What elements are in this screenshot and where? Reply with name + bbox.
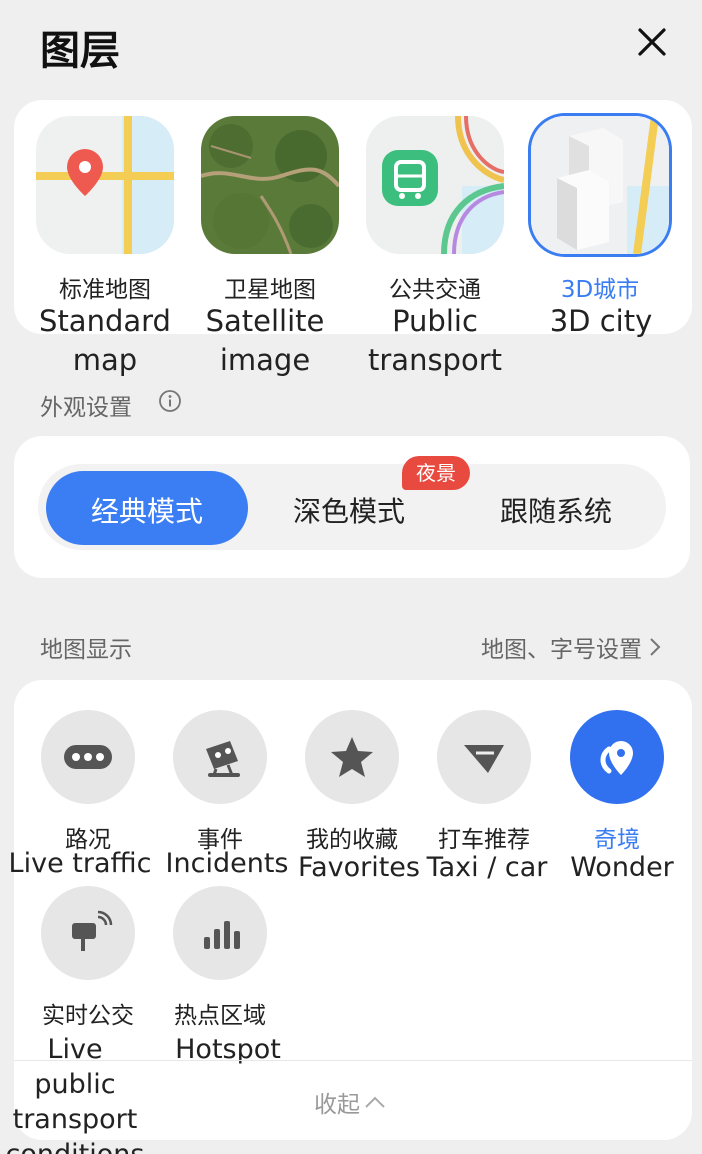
display-item-label-cn: 打车推荐 bbox=[438, 827, 530, 853]
layer-label-en: 3D city bbox=[549, 304, 653, 338]
satellite-map-icon bbox=[201, 116, 339, 254]
display-item-label-en: Taxi / car bbox=[426, 852, 548, 883]
layer-label-en: Satellite image bbox=[205, 304, 325, 377]
close-icon[interactable] bbox=[632, 22, 672, 62]
display-item-label-cn: 实时公交 bbox=[42, 1003, 134, 1029]
display-section-label: 地图显示 bbox=[40, 637, 132, 663]
display-item-label-en: Wonder bbox=[570, 852, 674, 883]
taxi-icon bbox=[464, 745, 504, 773]
live-bus-toggle[interactable] bbox=[41, 886, 135, 980]
map-font-settings-label: 地图、字号设置 bbox=[481, 637, 642, 663]
display-item-label-cn: 热点区域 bbox=[174, 1003, 266, 1029]
display-item-label-cn: 我的收藏 bbox=[306, 827, 398, 853]
layer-satellite-map[interactable] bbox=[201, 116, 339, 254]
layer-label-cn: 3D城市 bbox=[560, 277, 640, 303]
star-icon bbox=[331, 737, 373, 777]
layer-label-cn: 公共交通 bbox=[389, 277, 481, 303]
layer-standard-map[interactable] bbox=[36, 116, 174, 254]
wonder-toggle[interactable] bbox=[570, 710, 664, 804]
map-font-settings-link[interactable]: 地图、字号设置 bbox=[481, 630, 662, 664]
wonder-icon bbox=[600, 741, 633, 775]
collapse-button[interactable]: 收起 bbox=[290, 1085, 410, 1119]
bus-stop-icon bbox=[72, 910, 113, 951]
3d-city-icon bbox=[531, 116, 669, 254]
display-item-label-en: Favorites bbox=[298, 852, 420, 883]
collapse-label: 收起 bbox=[314, 1092, 360, 1118]
night-badge: 夜景 bbox=[402, 456, 470, 490]
divider bbox=[14, 1060, 692, 1061]
theme-option-dark[interactable]: 深色模式 bbox=[249, 490, 449, 530]
layer-label-cn: 卫星地图 bbox=[224, 277, 316, 303]
display-item-label-en: Incidents bbox=[165, 848, 289, 879]
traffic-icon bbox=[64, 745, 112, 769]
incident-icon bbox=[206, 741, 240, 777]
public-transport-icon bbox=[366, 116, 504, 254]
theme-option-system[interactable]: 跟随系统 bbox=[456, 490, 656, 530]
theme-option-classic[interactable]: 经典模式 bbox=[47, 490, 247, 530]
layers-panel: 图层 标准地图 卫星地图 公共交通 3D城市 Standard map Sate… bbox=[0, 0, 702, 1154]
chevron-right-icon bbox=[648, 636, 662, 658]
chevron-up-icon bbox=[365, 1096, 385, 1108]
layer-label-en: Public transport bbox=[368, 304, 502, 377]
traffic-toggle[interactable] bbox=[41, 710, 135, 804]
layer-3d-city[interactable] bbox=[531, 116, 669, 254]
hotspot-icon bbox=[204, 921, 240, 949]
page-title: 图层 bbox=[40, 28, 120, 74]
hotspot-toggle[interactable] bbox=[173, 886, 267, 980]
incidents-toggle[interactable] bbox=[173, 710, 267, 804]
display-item-label-en: Live traffic bbox=[8, 848, 152, 879]
favorites-toggle[interactable] bbox=[305, 710, 399, 804]
layer-label-en: Standard map bbox=[39, 304, 171, 377]
display-item-label-en: Live public transport conditions bbox=[6, 1034, 145, 1154]
layer-public-transport[interactable] bbox=[366, 116, 504, 254]
display-item-label-cn: 奇境 bbox=[594, 827, 640, 853]
standard-map-icon bbox=[36, 116, 174, 254]
taxi-recommend-toggle[interactable] bbox=[437, 710, 531, 804]
info-icon[interactable] bbox=[158, 389, 182, 413]
appearance-section-label: 外观设置 bbox=[40, 395, 132, 421]
display-item-label-en: Hotspot bbox=[175, 1034, 281, 1065]
layer-label-cn: 标准地图 bbox=[59, 277, 151, 303]
